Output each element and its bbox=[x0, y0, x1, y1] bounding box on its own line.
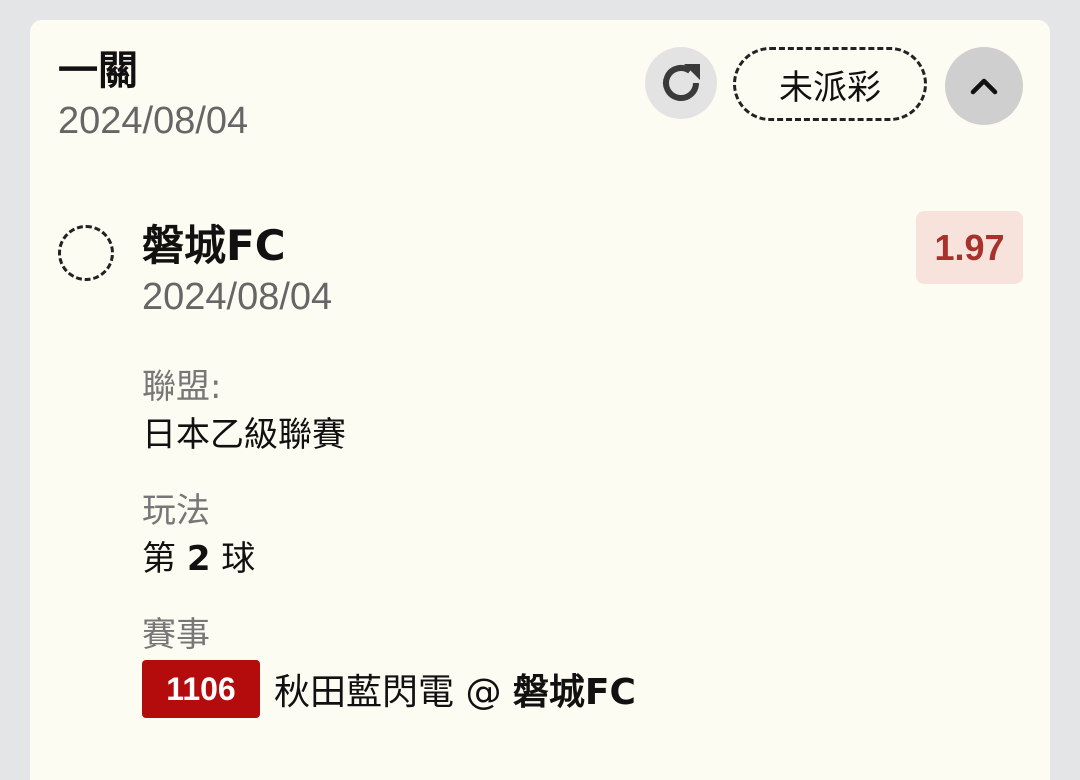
play-prefix: 第 bbox=[142, 539, 176, 579]
match-teams: 秋田藍閃電 @ 磐城FC bbox=[274, 663, 636, 715]
selection-date: 2024/08/04 bbox=[142, 276, 333, 318]
odds-badge: 1.97 bbox=[916, 211, 1023, 284]
odds-value: 1.97 bbox=[934, 226, 1005, 268]
bet-date: 2024/08/04 bbox=[58, 100, 249, 142]
collapse-button[interactable] bbox=[945, 47, 1023, 125]
status-label: 未派彩 bbox=[779, 67, 881, 108]
status-badge: 未派彩 bbox=[733, 47, 927, 121]
match-id-badge: 1106 bbox=[142, 660, 260, 718]
refresh-button[interactable] bbox=[645, 47, 717, 119]
bet-type-title: 一關 bbox=[58, 48, 138, 94]
selection-radio[interactable] bbox=[58, 225, 114, 281]
match-label: 賽事 bbox=[142, 615, 210, 655]
play-label: 玩法 bbox=[142, 491, 210, 531]
chevron-up-icon bbox=[970, 78, 998, 95]
selection-team-name: 磐城FC bbox=[142, 221, 286, 270]
refresh-icon bbox=[663, 64, 700, 101]
match-home-team: 磐城FC bbox=[512, 672, 636, 713]
league-value: 日本乙級聯賽 bbox=[142, 415, 346, 455]
play-value: 第 2 球 bbox=[142, 538, 255, 580]
play-suffix: 球 bbox=[221, 539, 256, 579]
match-info: 1106 秋田藍閃電 @ 磐城FC bbox=[142, 660, 636, 718]
match-away-team: 秋田藍閃電 @ bbox=[274, 672, 513, 713]
league-label: 聯盟: bbox=[142, 367, 222, 407]
bet-card: 一關 2024/08/04 未派彩 磐城FC 2024/08/04 1.97 聯… bbox=[30, 20, 1050, 780]
play-number: 2 bbox=[186, 539, 211, 579]
